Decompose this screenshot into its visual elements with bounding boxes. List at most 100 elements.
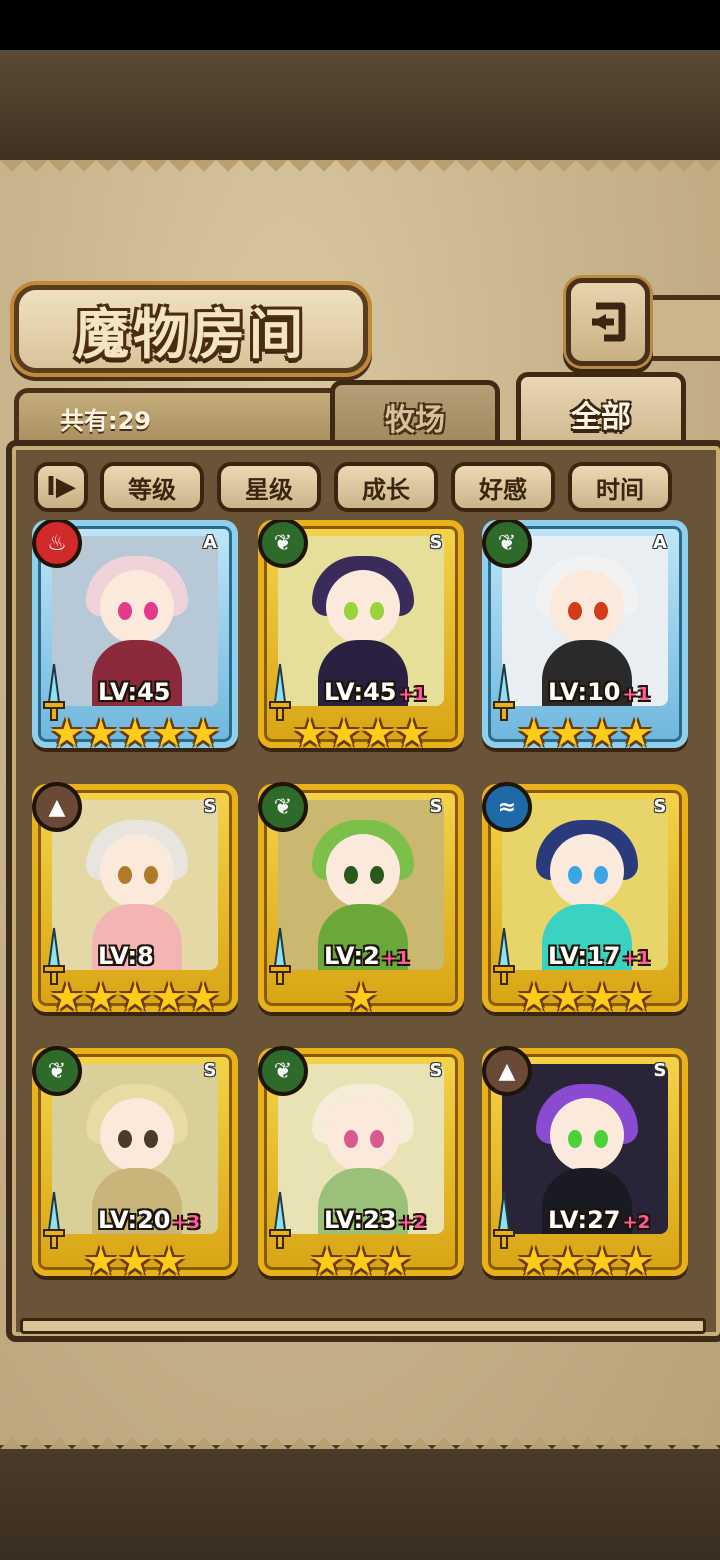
portrait-face [100, 1098, 174, 1172]
background-top [0, 50, 720, 165]
torn-edge-top [0, 160, 720, 184]
filter-growth-button[interactable]: 成长 [334, 462, 438, 512]
filter-star-button[interactable]: 星级 [217, 462, 321, 512]
star-icons: ★★★★★ [49, 711, 221, 755]
sword-icon [492, 662, 516, 722]
portrait-eye [568, 1130, 582, 1148]
monster-card[interactable]: ≈ S LV:17 +1 ★★★★ [482, 782, 688, 1016]
portrait-eye [118, 602, 132, 620]
monster-card[interactable]: ❦ A LV:10 +1 ★★★★ [482, 520, 688, 752]
leaf-icon: ❦ [258, 520, 308, 568]
sword-icon [42, 1190, 66, 1250]
level-bonus: +2 [398, 1212, 427, 1233]
portrait-eye [594, 866, 608, 884]
star-rating: ★★★ [264, 1242, 458, 1280]
star-rating: ★★★★ [488, 978, 682, 1016]
rank-badge: S [429, 532, 443, 553]
level-value: LV:23 [324, 1206, 397, 1234]
monster-level: LV:45 [98, 678, 172, 706]
star-icons: ★★★★ [516, 711, 654, 755]
star-icons: ★★★★ [516, 975, 654, 1019]
portrait-eye [118, 866, 132, 884]
star-rating: ★★★★ [264, 714, 458, 752]
sword-icon [492, 1190, 516, 1250]
portrait-face [326, 834, 400, 908]
monster-card[interactable]: ❦ S LV:23 +2 ★★★ [258, 1046, 464, 1280]
sword-icon [492, 926, 516, 986]
level-value: LV:10 [548, 678, 621, 706]
star-rating: ★★★★ [488, 714, 682, 752]
portrait-eye [568, 866, 582, 884]
portrait-face [550, 1098, 624, 1172]
level-bonus: +2 [622, 1212, 651, 1233]
portrait-eye [568, 602, 582, 620]
rank-badge: S [653, 796, 667, 817]
portrait-eye [344, 1130, 358, 1148]
portrait-face [550, 570, 624, 644]
level-value: LV:20 [98, 1206, 171, 1234]
mountain-icon: ▲ [32, 782, 82, 832]
portrait-eye [344, 866, 358, 884]
monster-card[interactable]: ▲ S LV:27 +2 ★★★★ [482, 1046, 688, 1280]
star-rating: ★★★★★ [38, 714, 232, 752]
star-icons: ★★★★★ [49, 975, 221, 1019]
portrait-eye [118, 1130, 132, 1148]
filter-level-button[interactable]: 等级 [100, 462, 204, 512]
level-bonus: +1 [622, 684, 651, 705]
rank-badge: S [653, 1060, 667, 1081]
star-icons: ★★★★ [516, 1239, 654, 1283]
sword-icon [268, 1190, 292, 1250]
star-icons: ★★★ [83, 1239, 187, 1283]
portrait-eye [144, 1130, 158, 1148]
portrait-eye [370, 866, 384, 884]
portrait-eye [594, 602, 608, 620]
monster-level: LV:10 +1 [548, 678, 650, 706]
leaf-icon: ❦ [258, 782, 308, 832]
portrait-eye [344, 602, 358, 620]
filter-time-button[interactable]: 时间 [568, 462, 672, 512]
portrait-eye [144, 866, 158, 884]
level-bonus: +1 [622, 948, 651, 969]
monster-card[interactable]: ❦ S LV:20 +3 ★★★ [32, 1046, 238, 1280]
back-button[interactable] [566, 278, 650, 366]
monster-level: LV:23 +2 [324, 1206, 426, 1234]
monster-level: LV:8 [98, 942, 156, 970]
monster-card[interactable]: ▲ S LV:8 ★★★★★ [32, 782, 238, 1016]
star-rating: ★★★★ [488, 1242, 682, 1280]
monster-grid: ♨ A LV:45 ★★★★★ ❦ S LV:45 +1 ★★★★ ❦ A LV:10 +1 ★★★★… [28, 520, 692, 1320]
level-value: LV:27 [548, 1206, 621, 1234]
monster-level: LV:45 +1 [324, 678, 426, 706]
portrait-face [326, 1098, 400, 1172]
star-rating: ★ [264, 978, 458, 1016]
tab-ranch[interactable]: 牧场 [330, 380, 500, 449]
monster-count-label: 共有:29 [60, 407, 151, 435]
leaf-icon: ❦ [32, 1046, 82, 1096]
rank-badge: A [653, 532, 667, 553]
portrait-face [326, 570, 400, 644]
wave-icon: ≈ [482, 782, 532, 832]
monster-card[interactable]: ❦ S LV:2 +1 ★ [258, 782, 464, 1016]
sort-order-button[interactable]: I▶ [34, 462, 88, 512]
level-bonus: +1 [381, 948, 410, 969]
rank-badge: S [203, 796, 217, 817]
sword-icon [268, 662, 292, 722]
monster-level: LV:27 +2 [548, 1206, 650, 1234]
torn-edge-bottom [0, 1425, 720, 1449]
level-bonus: +1 [398, 684, 427, 705]
portrait-eye [370, 602, 384, 620]
monster-level: LV:2 +1 [324, 942, 409, 970]
leaf-icon: ❦ [482, 520, 532, 568]
star-icons: ★ [343, 975, 379, 1019]
status-bar [0, 0, 720, 50]
monster-card[interactable]: ♨ A LV:45 ★★★★★ [32, 520, 238, 752]
star-rating: ★★★ [38, 1242, 232, 1280]
star-icons: ★★★ [309, 1239, 413, 1283]
sword-icon [268, 926, 292, 986]
monster-card[interactable]: ❦ S LV:45 +1 ★★★★ [258, 520, 464, 752]
level-value: LV:2 [324, 942, 380, 970]
filter-affinity-button[interactable]: 好感 [451, 462, 555, 512]
background-bottom [0, 1445, 720, 1560]
sort-toggle-icon: I▶ [46, 472, 76, 502]
filter-bar: I▶ 等级 星级 成长 好感 时间 [28, 460, 688, 516]
level-value: LV:17 [548, 942, 621, 970]
